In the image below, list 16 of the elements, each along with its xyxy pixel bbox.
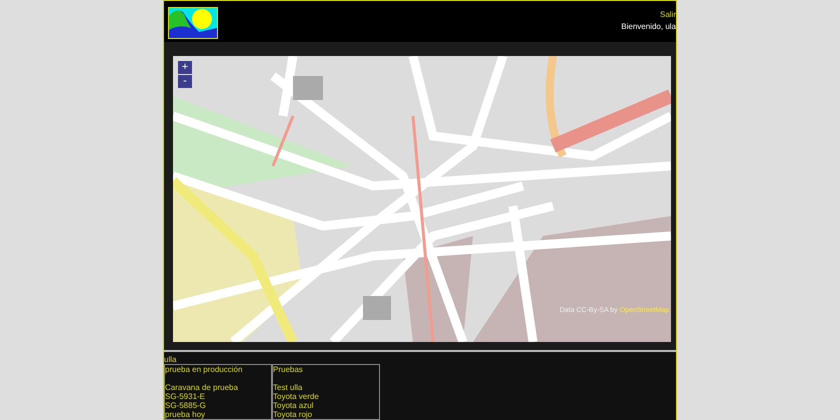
vehicle-item[interactable]: Toyota verde xyxy=(273,392,379,401)
logo-icon xyxy=(168,7,218,39)
group-title: prueba en producción xyxy=(165,365,244,374)
group-title: Pruebas xyxy=(273,365,304,374)
vehicle-item[interactable]: prueba hoy xyxy=(165,410,271,419)
vehicle-item[interactable]: Toyota rojo xyxy=(273,410,379,419)
username-text: ulla xyxy=(164,355,178,364)
vehicle-item[interactable]: Test ulla xyxy=(273,383,379,392)
vehicle-item[interactable]: Caravana de prueba xyxy=(165,383,271,392)
zoom-out-button[interactable]: - xyxy=(178,74,192,88)
logout-link[interactable]: Salir xyxy=(660,10,676,19)
vehicle-item[interactable]: Toyota azul xyxy=(273,401,379,410)
vehicle-item[interactable]: SG-5885-G xyxy=(165,401,271,410)
zoom-in-button[interactable]: + xyxy=(178,60,192,74)
welcome-text: Bienvenido, ula xyxy=(621,22,676,31)
vehicle-item[interactable]: SG-5931-E xyxy=(165,392,271,401)
